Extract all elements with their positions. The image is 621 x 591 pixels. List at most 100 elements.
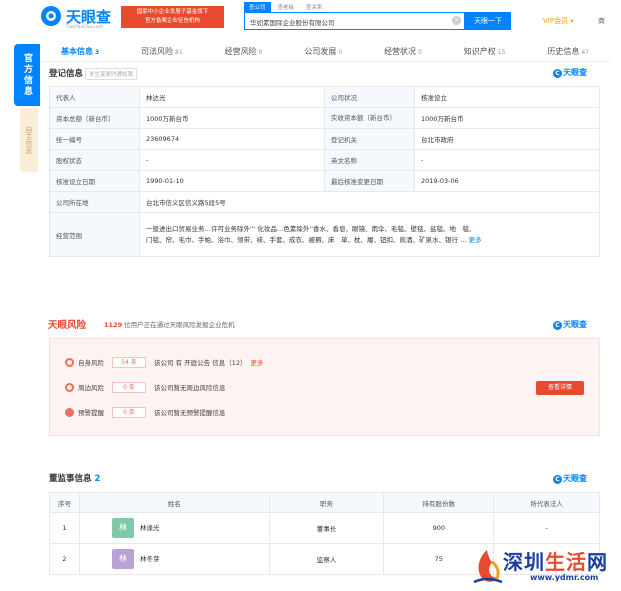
scope-line-1: 一般进出口贸易业务…许可业务除外''' 化妆品…色素除外''香水、香皂、眼镜、雨… [146,224,476,233]
nav-operation-status[interactable]: 经营状况 0 [384,46,422,57]
view-details-button[interactable]: 查看详情 [536,381,584,395]
brand-watermark: C 天眼查 [553,67,587,78]
brand-watermark: C 天眼查 [553,319,587,330]
field-label: 核准设立日期 [49,170,140,192]
risk-badge[interactable]: 0 条 [112,381,146,393]
nav-history[interactable]: 历史信息 47 [547,46,589,57]
field-label: 公司状况 [324,86,415,108]
field-value: 核准设立 [414,86,600,108]
nav-judicial-risk[interactable]: 司法风险 81 [141,46,183,57]
risk-logo: 天眼风险 [48,320,87,331]
nav-count: 47 [581,49,589,56]
tab-search-relation[interactable]: 查关系 [301,2,328,12]
risk-badge[interactable]: 0 条 [112,406,146,418]
field-value: 23609674 [139,128,325,150]
nav-count: 0 [258,49,263,56]
risk-badge[interactable]: 54 条 [112,356,146,368]
field-label: 资本总额（新台币） [49,107,140,129]
brand-label: 天眼查 [563,474,587,483]
risk-label: 预警提醒 [78,409,104,417]
table-row: 经营范围 一般进出口贸易业务…许可业务除外''' 化妆品…色素除外''香水、香皂… [49,212,600,257]
brand-label: 天眼查 [563,320,587,329]
field-label: 股权状态 [49,149,140,171]
search-type-tabs: 查公司 查老板 查关系 [244,2,328,12]
nav-label: 司法风险 [141,47,174,56]
nav-count: 0 [418,49,422,56]
risk-panel: 自身风险 54 条 该公司 有 开庭公告 信息（12） 更多 周边风险 0 条 … [49,338,600,436]
search-input[interactable]: 华如素国际企业股份有限公司 [244,12,465,30]
field-value: 2019-03-06 [414,170,600,192]
nav-ip[interactable]: 知识产权 15 [464,46,506,57]
nav-basic-info[interactable]: 基本信息 3 [61,46,99,57]
tab-search-company[interactable]: 查公司 [244,2,271,12]
field-label: 最后核准变更日期 [324,170,415,192]
directors-title: 董监事信息 2 [49,472,100,484]
avatar: 林 [111,518,134,538]
column-header: 持有股份数 [383,492,495,513]
risk-user-count: 1129 [104,321,123,329]
tab-search-boss[interactable]: 查老板 [273,2,300,12]
risk-text: 该公司 有 开庭公告 信息（12） [154,359,247,367]
director-name[interactable]: 林冬芽 [140,555,160,563]
director-name-cell: 林林達光 [78,512,270,544]
brand-watermark: C 天眼查 [553,473,587,484]
site-watermark-url: www.ydmr.com [530,573,599,582]
scope-line-2: 门毯、帘、毛巾、手帕、浴巾、领带、袜、手套、成衣、被褥、床 单、枕、履、钮扣、煎… [146,235,467,244]
table-row: 公司所在地 台北市信义区信义路5段5号 [49,191,600,213]
nav-label: 经营状况 [384,47,417,56]
field-label: 英文名称 [324,149,415,171]
risk-row-warning: 预警提醒 0 条 该公司暂无预警提醒信息 [65,404,226,420]
scope-line-2-wrap: 门毯、帘、毛巾、手帕、浴巾、领带、袜、手套、成衣、被褥、床 单、枕、履、钮扣、煎… [146,235,593,246]
risk-desc-text: 位用户正在通过天眼风险发掘企业危机 [124,321,235,329]
side-tab-self[interactable]: 自主信息 [20,108,38,172]
risk-more-link[interactable]: 更多 [250,357,263,367]
field-value: 台北市政府 [414,128,600,150]
vip-menu[interactable]: VIP会员 ▾ [543,16,574,26]
nav-count: 15 [497,49,506,56]
business-scope: 一般进出口贸易业务…许可业务除外''' 化妆品…色素除外''香水、香皂、眼镜、雨… [139,212,600,257]
nav-operation-risk[interactable]: 经营风险 0 [225,46,263,57]
field-label: 代表人 [49,86,140,108]
directors-count: 2 [94,474,101,484]
field-label: 实收资本额（新台币） [324,107,415,129]
site-watermark-text: 深圳生活网 [503,546,608,575]
nav-label: 基本信息 [60,47,93,56]
risk-label: 自身风险 [78,359,104,367]
change-notify-button[interactable]: 发生变更时通知我 [85,68,138,80]
clear-icon[interactable]: × [452,16,461,25]
business-menu[interactable]: 商 [598,16,605,26]
nav-label: 经营风险 [224,47,257,56]
promo-line-2: 官方备案企业征信机构 [144,18,200,24]
nav-count: 0 [338,49,343,56]
wm-part-c: 网 [587,550,608,574]
nav-count: 3 [94,49,100,56]
field-label: 经营范围 [49,212,140,257]
nav-company-development[interactable]: 公司发展 0 [304,46,342,57]
wm-part-b: 生活 [545,550,587,574]
risk-label: 周边风险 [78,384,104,392]
row-number: 1 [49,512,80,544]
logo-subtitle: TianYanCha.com [66,25,104,30]
director-name-cell: 林林冬芽 [78,543,270,575]
registration-table: 代表人 林达光 公司状况 核准设立 资本总额（新台币） 1000万新台币 实收资… [49,86,600,257]
brand-c-icon: C [553,321,562,330]
logo-title[interactable]: 天眼查 [66,6,111,27]
risk-row-self: 自身风险 54 条 该公司 有 开庭公告 信息（12） 更多 [65,354,263,370]
field-value: - [414,149,600,171]
tianyancha-logo-icon[interactable] [40,5,62,27]
field-value: 台北市信义区信义路5段5号 [139,191,600,213]
wm-part-a: 深圳 [503,550,545,574]
row-number: 2 [49,543,80,575]
table-row: 代表人 林达光 公司状况 核准设立 [49,86,600,108]
section-nav: 基本信息 3 司法风险 81 经营风险 0 公司发展 0 经营状况 0 知识产权 15 历史… [40,42,610,62]
field-value: 林达光 [139,86,325,108]
promo-banner[interactable]: 国家中小企业发展子基金旗下 官方备案企业征信机构 [121,6,224,28]
side-tab-official[interactable]: 官方信息 [14,44,40,106]
field-label: 统一编号 [49,128,140,150]
field-value: 1990-01-10 [139,170,325,192]
table-row: 股权状态 - 英文名称 - [49,149,600,171]
scope-more-link[interactable]: 更多 [469,236,482,244]
search-button[interactable]: 天眼一下 [465,12,511,30]
director-name[interactable]: 林達光 [140,524,160,532]
field-value: 1000万新台币 [139,107,325,129]
